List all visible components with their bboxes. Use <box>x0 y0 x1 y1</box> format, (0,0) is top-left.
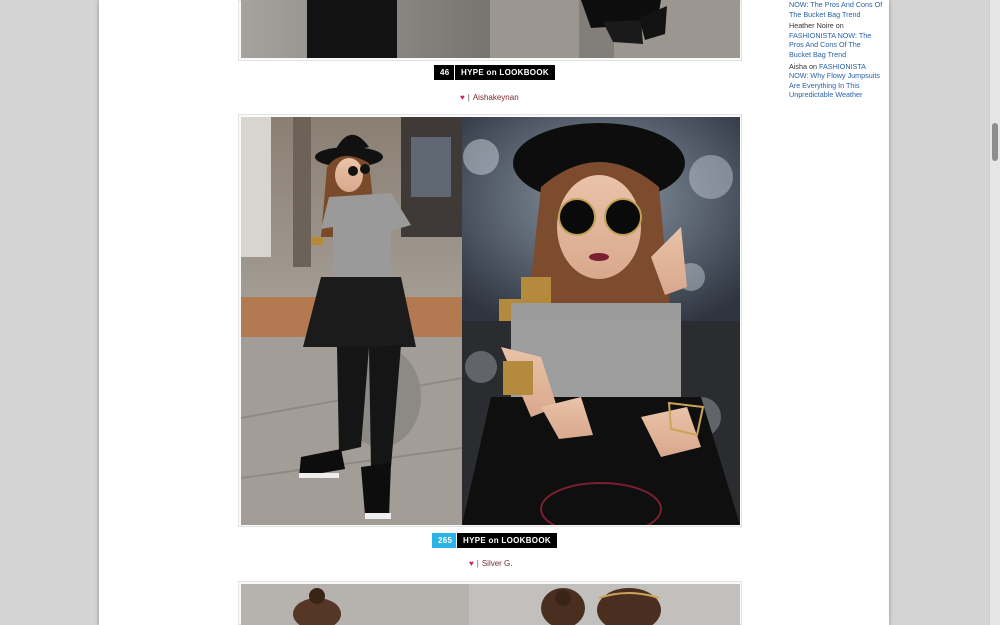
comment-entry: NOW: The Pros And Cons Of The Bucket Bag… <box>789 0 884 19</box>
hype-badge[interactable]: 46 HYPE on LOOKBOOK <box>434 65 555 80</box>
heart-icon[interactable]: ♥ <box>469 559 474 568</box>
vertical-scrollbar[interactable] <box>989 0 1000 625</box>
comment-on: on <box>835 21 844 31</box>
post-1-photo-image <box>241 0 740 58</box>
credit-separator: | <box>467 93 470 102</box>
comment-entry: Aisha on FASHIONISTA NOW: Why Flowy Jump… <box>789 62 884 100</box>
post-2-photo-image <box>241 117 740 525</box>
author-link[interactable]: Aishakeynan <box>473 93 519 102</box>
comment-post-link[interactable]: NOW: The Pros And Cons Of The Bucket Bag… <box>789 0 882 19</box>
post-3-photo-image <box>241 584 740 625</box>
heart-icon[interactable]: ♥ <box>460 93 465 102</box>
hype-count: 265 <box>432 533 456 548</box>
comment-author: Aisha <box>789 61 807 71</box>
comment-post-link[interactable]: FASHIONISTA NOW: The Pros And Cons Of Th… <box>789 31 871 59</box>
recent-comments: NOW: The Pros And Cons Of The Bucket Bag… <box>789 0 884 102</box>
hype-count: 46 <box>434 65 454 80</box>
post-1-credit: ♥ | Aishakeynan <box>460 93 519 102</box>
credit-separator: | <box>476 559 479 568</box>
comment-on: on <box>808 61 817 71</box>
comment-author: Heather Noire <box>789 21 834 31</box>
post-3-photo[interactable] <box>241 584 740 625</box>
comment-entry: Heather Noire on FASHIONISTA NOW: The Pr… <box>789 21 884 59</box>
hype-badge[interactable]: 265 HYPE on LOOKBOOK <box>432 533 557 548</box>
post-2-credit: ♥ | Silver G. <box>469 559 513 568</box>
hype-label: HYPE on LOOKBOOK <box>457 533 557 548</box>
post-2-photo[interactable] <box>241 117 740 525</box>
hype-label: HYPE on LOOKBOOK <box>455 65 555 80</box>
post-1-photo[interactable] <box>241 0 740 58</box>
author-link[interactable]: Silver G. <box>482 559 513 568</box>
scrollbar-thumb[interactable] <box>992 123 998 161</box>
